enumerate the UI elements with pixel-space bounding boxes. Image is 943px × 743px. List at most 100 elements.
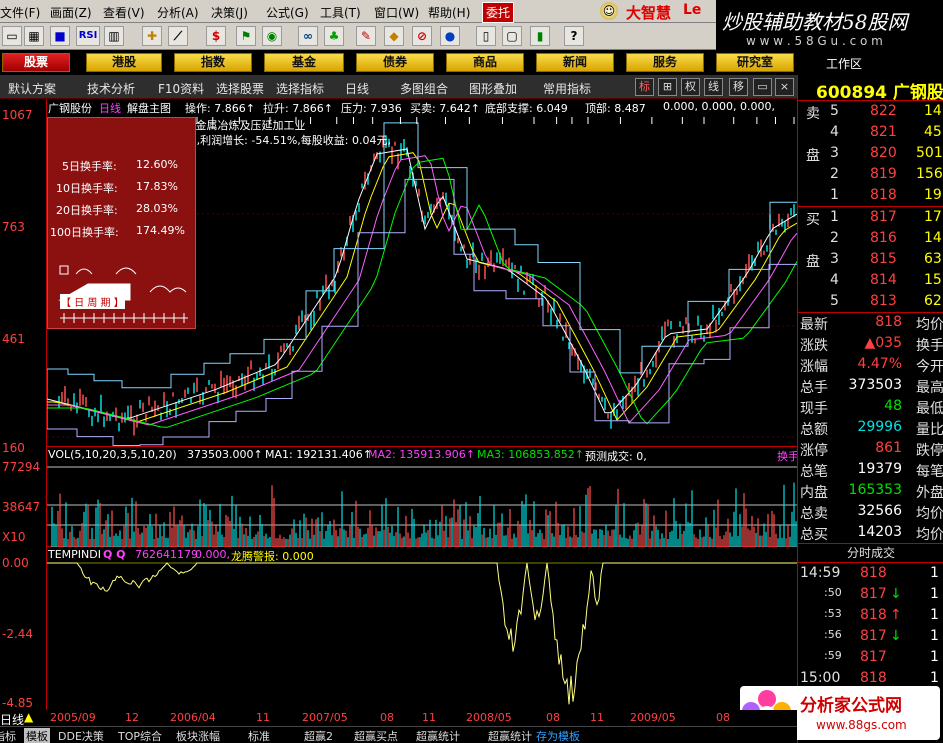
f10-icon[interactable]: ■ (50, 26, 70, 46)
tab-template[interactable]: 模板 (24, 728, 50, 743)
tab-sector[interactable]: 板块涨幅 (176, 728, 220, 743)
scheme-select[interactable]: 默认方案 (8, 80, 56, 97)
tab-stats[interactable]: 超赢统计 (416, 728, 460, 743)
tree-icon[interactable]: ♣ (324, 26, 344, 46)
binoculars-icon[interactable]: ∞ (298, 26, 318, 46)
menu-screen[interactable]: 画面(Z) (50, 4, 92, 21)
help-cursor-icon[interactable]: ? (564, 26, 584, 46)
turnover-row: 10日换手率: 17.83% (56, 180, 178, 195)
date-label: 08 (380, 711, 394, 724)
nav-commodity[interactable]: 商品 (446, 53, 524, 72)
ban-icon[interactable]: ⊘ (412, 26, 432, 46)
date-axis-arrow[interactable]: ▲ (24, 710, 33, 724)
grid-button[interactable]: ⊞ (658, 78, 677, 96)
tick-row: :56 817 ↓ 1 (824, 628, 939, 644)
nav-research[interactable]: 研究室 (716, 53, 794, 72)
flag-icon[interactable]: ⚑ (236, 26, 256, 46)
buy-row-1[interactable]: 买 1 817 17 (798, 209, 943, 230)
menu-help[interactable]: 帮助(H) (428, 4, 470, 21)
smiley-icon[interactable]: ☺ (600, 2, 618, 20)
tab-standard[interactable]: 标准 (248, 728, 270, 743)
watermark-url: www.88gs.com (816, 718, 907, 732)
app-window: 文件(F) 画面(Z) 查看(V) 分析(A) 决策(J) 公式(G) 工具(T… (0, 0, 943, 743)
mark-button[interactable]: 标 (635, 78, 654, 96)
nav-service[interactable]: 服务 (626, 53, 704, 72)
f10-button[interactable]: F10资料 (158, 80, 204, 97)
volume-chart[interactable] (47, 447, 797, 547)
tab-dde[interactable]: DDE决策 (58, 728, 104, 743)
tab-top[interactable]: TOP综合 (118, 728, 162, 743)
nav-index[interactable]: 指数 (174, 53, 252, 72)
menu-formula[interactable]: 公式(G) (266, 4, 309, 21)
window-icon[interactable]: ▭ (753, 78, 772, 96)
menu-file[interactable]: 文件(F) (0, 4, 40, 21)
folder-icon[interactable]: ▭ (2, 26, 22, 46)
bars-icon[interactable]: ▥ (104, 26, 124, 46)
tab-buy-point[interactable]: 超赢买点 (354, 728, 398, 743)
tab-chaoying2[interactable]: 超赢2 (304, 728, 333, 743)
quote-row: 内盘 165353 外盘 (800, 482, 943, 501)
workspace-label[interactable]: 工作区 (826, 55, 862, 72)
menu-view[interactable]: 查看(V) (103, 4, 145, 21)
rights-button[interactable]: 权 (681, 78, 700, 96)
crosshair-icon[interactable]: ✚ (142, 26, 162, 46)
tech-analysis-select[interactable]: 技术分析 (87, 80, 135, 97)
nav-fund[interactable]: 基金 (264, 53, 344, 72)
line-button[interactable]: 线 (704, 78, 723, 96)
main-info-line: 广钢股份 日线 解盘主图 操作: 7.866↑ 拉升: 7.866↑ 压力: 7… (47, 100, 797, 115)
nav-stock[interactable]: 股票 (2, 53, 70, 72)
indicator-chart[interactable] (47, 547, 797, 710)
tab-indicator[interactable]: 指标 (0, 728, 16, 743)
buy-row-3[interactable]: 盘 3 815 63 (798, 251, 943, 272)
buy-row-4[interactable]: 4 814 15 (798, 272, 943, 293)
select-stock-button[interactable]: 选择股票 (216, 80, 264, 97)
window-icon[interactable]: ▢ (502, 26, 522, 46)
rsi-icon[interactable]: RSI (76, 26, 100, 46)
ticks-title[interactable]: 分时成交 (798, 543, 943, 563)
menu-decision[interactable]: 决策(J) (211, 4, 248, 21)
tab-stats-2[interactable]: 超赢统计 (488, 728, 532, 743)
buy-row-2[interactable]: 2 816 14 (798, 230, 943, 251)
date-label: 08 (546, 711, 560, 724)
nav-hk[interactable]: 港股 (86, 53, 162, 72)
menu-trade[interactable]: 委托 (482, 2, 515, 23)
kline-icon[interactable]: ▦ (24, 26, 44, 46)
overlay-select[interactable]: 图形叠加 (469, 80, 517, 97)
sell-row-1[interactable]: 1 818 19 (798, 187, 943, 208)
menu-analysis[interactable]: 分析(A) (157, 4, 199, 21)
period-select[interactable]: 日线 (345, 80, 369, 97)
close-icon[interactable]: × (775, 78, 794, 96)
ruler-icon[interactable]: ⟋ (168, 26, 188, 46)
date-label: 2005/09 (50, 711, 96, 724)
sell-row-3[interactable]: 盘 3 820 501 (798, 145, 943, 166)
quote-row: 涨跌 ▲035 换手 (800, 335, 943, 354)
note-icon[interactable]: ✎ (356, 26, 376, 46)
globe-icon[interactable]: ◉ (262, 26, 282, 46)
ticks-list: 14:59 818 1 :50 817 ↓ 1 :53 818 ↑ 1 :56 817 ↓ 1 :59… (798, 565, 943, 691)
diamond-icon[interactable]: ◆ (384, 26, 404, 46)
multi-chart-select[interactable]: 多图组合 (400, 80, 448, 97)
sell-row-2[interactable]: 2 819 156 (798, 166, 943, 187)
date-label: 11 (256, 711, 270, 724)
nav-bond[interactable]: 债券 (356, 53, 434, 72)
nav-news[interactable]: 新闻 (536, 53, 614, 72)
tab-save-template[interactable]: 存为模板 (536, 728, 580, 743)
quote-row: 涨停 861 跌停 (800, 440, 943, 459)
buy-row-5[interactable]: 5 813 62 (798, 293, 943, 314)
sell-row-5[interactable]: 卖 5 822 14 (798, 103, 943, 124)
menu-tools[interactable]: 工具(T) (320, 4, 361, 21)
volume-bars (47, 466, 797, 547)
page-icon[interactable]: ▯ (476, 26, 496, 46)
dollar-icon[interactable]: $ (206, 26, 226, 46)
price-axis-label: 461 (2, 332, 25, 346)
watermark-name: 分析家公式网 (800, 696, 902, 716)
toolbar: ▭ ▦ ■ RSI ▥ ✚ ⟋ $ ⚑ ◉ ∞ ♣ ✎ ◆ ⊘ ● ▯ ▢ ▮ … (0, 23, 716, 50)
select-indicator-button[interactable]: 选择指标 (276, 80, 324, 97)
common-indicator-select[interactable]: 常用指标 (543, 80, 591, 97)
menu-window[interactable]: 窗口(W) (374, 4, 419, 21)
quote-row: 总笔 19379 每笔 (800, 461, 943, 480)
move-button[interactable]: 移 (729, 78, 748, 96)
chart-bars-icon[interactable]: ▮ (530, 26, 550, 46)
planet-icon[interactable]: ● (440, 26, 460, 46)
sell-row-4[interactable]: 4 821 45 (798, 124, 943, 145)
